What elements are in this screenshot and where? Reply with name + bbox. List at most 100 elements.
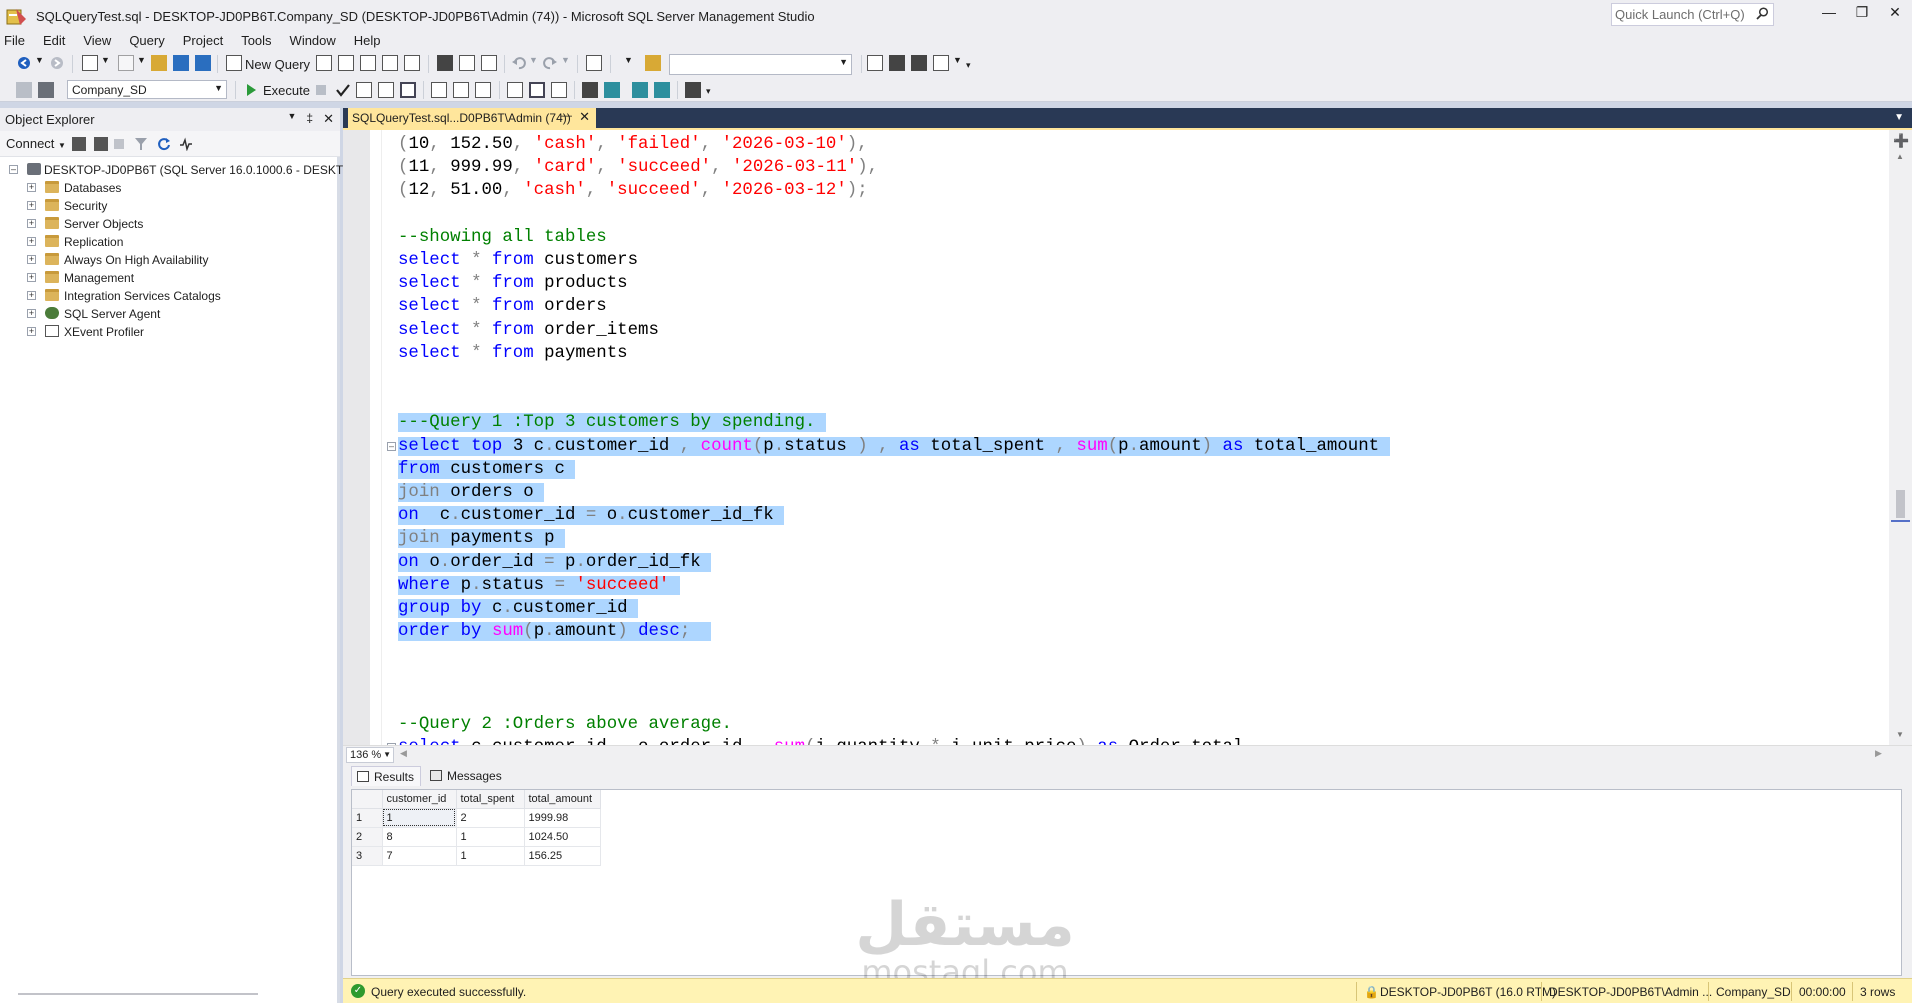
code-line[interactable]: group by c.customer_id — [398, 597, 639, 620]
object-explorer-horizontal-scrollbar[interactable] — [18, 993, 258, 995]
code-line[interactable]: select * from order_items — [398, 319, 659, 342]
parse-check-icon[interactable] — [335, 82, 351, 98]
specify-template-values-icon[interactable] — [685, 82, 701, 98]
save-all-icon[interactable] — [195, 55, 211, 71]
code-line[interactable]: (12, 51.00, 'cash', 'succeed', '2026-03-… — [398, 179, 868, 202]
toolbar2-options-icon[interactable]: ▾ — [706, 86, 711, 97]
paste-icon[interactable] — [481, 55, 497, 71]
client-statistics-icon[interactable] — [475, 82, 491, 98]
increase-indent-icon[interactable] — [654, 82, 670, 98]
display-estimated-plan-icon[interactable] — [356, 82, 372, 98]
table-row[interactable]: 1 1 2 1999.98 — [352, 808, 601, 828]
quick-launch-input[interactable]: Quick Launch (Ctrl+Q) — [1611, 3, 1774, 26]
code-line[interactable]: join payments p — [398, 527, 565, 550]
add-item-dropdown-icon[interactable]: ▼ — [137, 55, 146, 65]
open-file-icon[interactable] — [151, 55, 167, 71]
properties-wrench-icon[interactable] — [889, 55, 905, 71]
tree-node-security[interactable]: + Security — [0, 197, 337, 215]
menu-query[interactable]: Query — [120, 33, 173, 48]
new-query-icon[interactable] — [226, 55, 242, 71]
code-line[interactable]: where p.status = 'succeed' — [398, 574, 680, 597]
split-window-icon[interactable]: ➕ — [1893, 133, 1909, 149]
results-to-text-icon[interactable] — [507, 82, 523, 98]
tree-node-management[interactable]: + Management — [0, 269, 337, 287]
code-line[interactable]: select c.customer_id , o.order_id , sum(… — [398, 736, 1243, 745]
query-options-icon[interactable] — [378, 82, 394, 98]
stop-icon[interactable] — [316, 85, 326, 95]
tree-node-server-objects[interactable]: + Server Objects — [0, 215, 337, 233]
menu-help[interactable]: Help — [345, 33, 390, 48]
close-tab-icon[interactable]: ✕ — [579, 109, 590, 125]
grid-cell[interactable]: 2 — [456, 808, 525, 828]
toolbar-options-icon[interactable]: ▾ — [966, 60, 971, 71]
grid-cell[interactable]: 1 — [382, 808, 457, 828]
grid-cell[interactable]: 1999.98 — [524, 808, 601, 828]
layout-dropdown-icon[interactable]: ▼ — [953, 55, 962, 65]
results-grid[interactable]: customer_id total_spent total_amount 1 1… — [352, 790, 601, 866]
results-grid-area[interactable]: customer_id total_spent total_amount 1 1… — [351, 789, 1902, 976]
code-line[interactable]: select * from customers — [398, 249, 638, 272]
scroll-up-icon[interactable]: ▲ — [1896, 152, 1904, 161]
save-icon[interactable] — [173, 55, 189, 71]
expand-icon[interactable]: + — [27, 291, 36, 300]
code-line[interactable]: --Query 2 :Orders above average. — [398, 713, 732, 736]
undo-dropdown-icon[interactable]: ▼ — [529, 55, 538, 65]
grid-cell[interactable]: 1 — [456, 846, 525, 866]
scroll-down-icon[interactable]: ▼ — [1896, 730, 1904, 739]
redo-dropdown-icon[interactable]: ▼ — [561, 55, 570, 65]
intellisense-toggle-icon[interactable] — [400, 82, 416, 98]
window-position-dropdown-icon[interactable]: ▼ — [287, 111, 296, 127]
uncomment-lines-icon[interactable] — [604, 82, 620, 98]
code-line[interactable]: select * from payments — [398, 342, 628, 365]
close-window-button[interactable]: ✕ — [1878, 4, 1912, 28]
grid-cell[interactable]: 8 — [382, 827, 457, 847]
solution-config-dropdown-icon[interactable]: ▼ — [624, 55, 633, 65]
window-layout-icon[interactable] — [933, 55, 949, 71]
expand-icon[interactable]: + — [27, 201, 36, 210]
analysis-mdx-query-icon[interactable] — [338, 55, 354, 71]
menu-edit[interactable]: Edit — [34, 33, 74, 48]
code-line[interactable]: from customers c — [398, 458, 576, 481]
editor-scroll-thumb[interactable] — [1896, 490, 1905, 518]
table-row[interactable]: 3 7 1 156.25 — [352, 846, 601, 866]
grid-cell[interactable]: 156.25 — [524, 846, 601, 866]
code-line[interactable]: (10, 152.50, 'cash', 'failed', '2026-03-… — [398, 133, 868, 156]
stop-icon[interactable] — [114, 139, 124, 149]
tree-node-always-on[interactable]: + Always On High Availability — [0, 251, 337, 269]
tree-node-databases[interactable]: + Databases — [0, 179, 337, 197]
tree-node-sql-server-agent[interactable]: + SQL Server Agent — [0, 305, 337, 323]
pin-tab-icon[interactable]: — — [561, 110, 572, 122]
copy-icon[interactable] — [459, 55, 475, 71]
tab-sqlquerytest[interactable]: SQLQueryTest.sql...D0PB6T\Admin (74)) — … — [348, 108, 596, 128]
sql-code-editor[interactable]: (10, 152.50, 'cash', 'failed', '2026-03-… — [343, 130, 1889, 745]
server-node[interactable]: – DESKTOP-JD0PB6T (SQL Server 16.0.1000.… — [0, 161, 370, 179]
database-engine-query-icon[interactable] — [316, 55, 332, 71]
tree-node-xevent-profiler[interactable]: + XEvent Profiler — [0, 323, 337, 341]
cut-icon[interactable] — [437, 55, 453, 71]
row-number[interactable]: 2 — [352, 827, 383, 847]
object-explorer-icon[interactable] — [867, 55, 883, 71]
code-line[interactable]: on c.customer_id = o.customer_id_fk — [398, 504, 785, 527]
expand-icon[interactable]: + — [27, 309, 36, 318]
back-dropdown-icon[interactable]: ▼ — [35, 55, 44, 65]
xmla-query-icon[interactable] — [382, 55, 398, 71]
column-header[interactable]: total_spent — [456, 790, 525, 809]
disconnect-icon[interactable] — [94, 137, 108, 151]
table-row[interactable]: 2 8 1 1024.50 — [352, 827, 601, 847]
refresh-icon[interactable] — [157, 137, 171, 151]
find-combo[interactable]: ▼ — [669, 54, 852, 75]
menu-tools[interactable]: Tools — [232, 33, 280, 48]
row-number[interactable]: 1 — [352, 808, 383, 828]
expand-icon[interactable]: + — [27, 183, 36, 192]
forward-icon[interactable] — [49, 55, 65, 71]
expand-icon[interactable]: + — [27, 219, 36, 228]
analysis-dmx-query-icon[interactable] — [360, 55, 376, 71]
zoom-combo[interactable]: 136 % ▼ — [346, 747, 394, 763]
tree-node-integration-services[interactable]: + Integration Services Catalogs — [0, 287, 337, 305]
results-to-file-icon[interactable] — [551, 82, 567, 98]
row-number[interactable]: 3 — [352, 846, 383, 866]
restore-button[interactable]: ❐ — [1845, 4, 1879, 28]
expand-icon[interactable]: + — [27, 237, 36, 246]
tree-node-replication[interactable]: + Replication — [0, 233, 337, 251]
code-line[interactable]: ---Query 1 :Top 3 customers by spending. — [398, 411, 826, 434]
